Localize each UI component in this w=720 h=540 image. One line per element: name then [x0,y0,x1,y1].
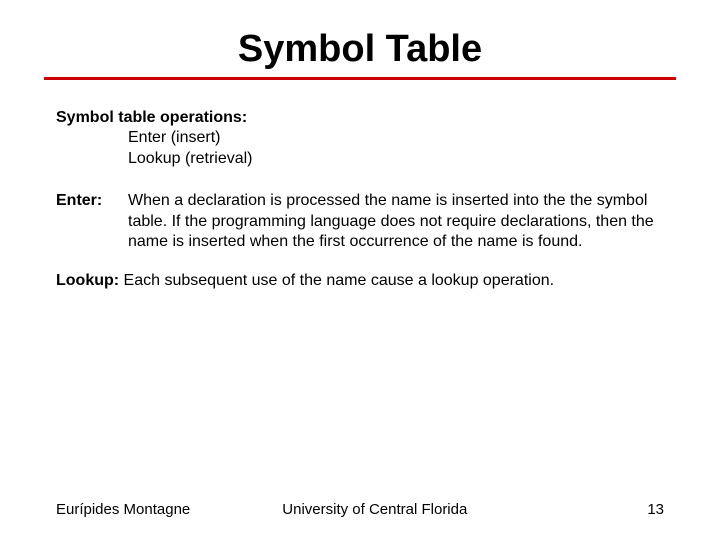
enter-term: Enter: [56,191,128,252]
operations-list: Enter (insert) Lookup (retrieval) [56,128,664,169]
footer-page-number: 13 [647,501,664,518]
slide-footer: Eurípides Montagne University of Central… [0,501,720,518]
footer-university: University of Central Florida [282,501,467,518]
slide-title: Symbol Table [0,0,720,77]
lookup-definition: Lookup: Each subsequent use of the name … [56,271,664,291]
lookup-term: Lookup: [56,272,124,289]
slide: Symbol Table Symbol table operations: En… [0,0,720,540]
lookup-body: Each subsequent use of the name cause a … [124,272,555,289]
slide-content: Symbol table operations: Enter (insert) … [0,80,720,291]
enter-definition: Enter: When a declaration is processed t… [56,191,664,252]
enter-body: When a declaration is processed the name… [128,191,664,252]
operations-heading: Symbol table operations: [56,108,664,128]
operations-item-enter: Enter (insert) [128,128,664,148]
operations-item-lookup: Lookup (retrieval) [128,149,664,169]
footer-author: Eurípides Montagne [56,501,190,518]
